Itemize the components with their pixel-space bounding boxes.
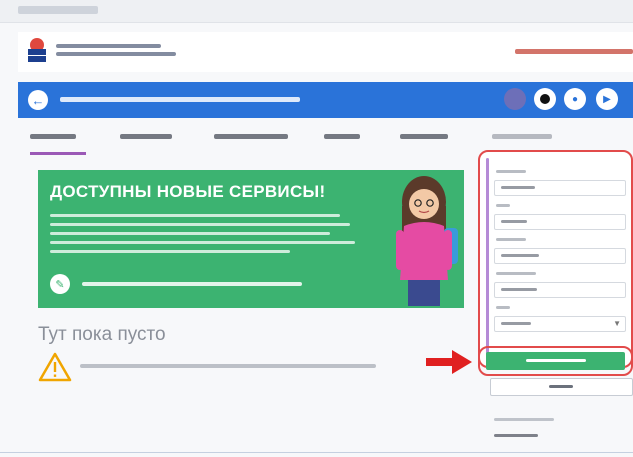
user-name[interactable]: [515, 49, 633, 54]
banner-text-line-3: [50, 232, 330, 235]
surname-field[interactable]: [494, 180, 626, 196]
girl-illustration: [396, 176, 458, 306]
site-name-line-1: [56, 44, 161, 48]
document-icon[interactable]: ✎: [50, 274, 70, 294]
top-strip-text: [18, 6, 98, 14]
record-icon[interactable]: [534, 88, 556, 110]
banner-action-text[interactable]: [82, 282, 302, 286]
red-arrow-icon: [426, 350, 472, 374]
banner-title: ДОСТУПНЫ НОВЫЕ СЕРВИСЫ!: [50, 182, 326, 201]
surname-label: [496, 170, 526, 173]
banner-text-line-2: [50, 223, 350, 226]
cancel-button-label: [549, 385, 573, 388]
empty-state-text: [80, 364, 376, 368]
name-label: [496, 204, 510, 207]
birthdate-label: [496, 272, 536, 275]
birthdate-value: [501, 288, 537, 291]
add-child-button-label: [526, 359, 586, 362]
cancel-button[interactable]: [490, 378, 633, 396]
new-services-banner: ДОСТУПНЫ НОВЫЕ СЕРВИСЫ! ✎: [38, 170, 464, 308]
gender-select[interactable]: ▼: [494, 316, 626, 332]
navigation-bar: ← ● ▶: [18, 82, 633, 118]
site-logo-icon[interactable]: [26, 36, 48, 64]
bottom-divider: [0, 452, 633, 453]
children-panel-title: [492, 134, 552, 139]
active-tab-indicator: [30, 152, 86, 155]
site-name-line-2: [56, 52, 176, 56]
nav-title: [60, 97, 300, 102]
add-child-button[interactable]: [486, 352, 625, 370]
chevron-down-icon: ▼: [613, 319, 621, 328]
name-value: [501, 220, 527, 223]
tab-applications[interactable]: [324, 134, 360, 139]
warning-triangle-icon: [38, 352, 72, 382]
useful-link[interactable]: [494, 434, 538, 437]
surname-value: [501, 186, 535, 189]
page: ← ● ▶ ДОСТУПНЫ НОВЫЕ СЕРВИСЫ! ✎ Тут пока…: [0, 0, 633, 457]
gender-label: [496, 306, 510, 309]
tab-viewed[interactable]: [214, 134, 288, 139]
form-accent-stripe: [486, 158, 489, 358]
back-button[interactable]: ←: [28, 90, 48, 110]
tab-contracts[interactable]: [400, 134, 448, 139]
notifications-icon[interactable]: ●: [564, 88, 586, 110]
banner-text-line-5: [50, 250, 290, 253]
gender-value: [501, 322, 531, 325]
banner-text-line-4: [50, 241, 355, 244]
arrow-left-icon: ←: [31, 92, 45, 108]
tabs: [18, 124, 478, 158]
patronymic-label: [496, 238, 526, 241]
patronymic-value: [501, 254, 539, 257]
name-field[interactable]: [494, 214, 626, 230]
tab-favorites[interactable]: [120, 134, 172, 139]
add-child-button-highlight: [478, 346, 633, 376]
browser-top-strip: [0, 0, 633, 23]
patronymic-field[interactable]: [494, 248, 626, 264]
user-avatar-icon[interactable]: [504, 88, 526, 110]
site-header: [18, 32, 633, 72]
tab-cabinet[interactable]: [30, 134, 76, 139]
birthdate-field[interactable]: [494, 282, 626, 298]
useful-links-title: [494, 418, 554, 421]
add-child-form: ▼: [478, 150, 633, 368]
empty-state-title: Тут пока пусто: [38, 324, 166, 345]
logout-icon[interactable]: ▶: [596, 88, 618, 110]
banner-text-line-1: [50, 214, 340, 217]
